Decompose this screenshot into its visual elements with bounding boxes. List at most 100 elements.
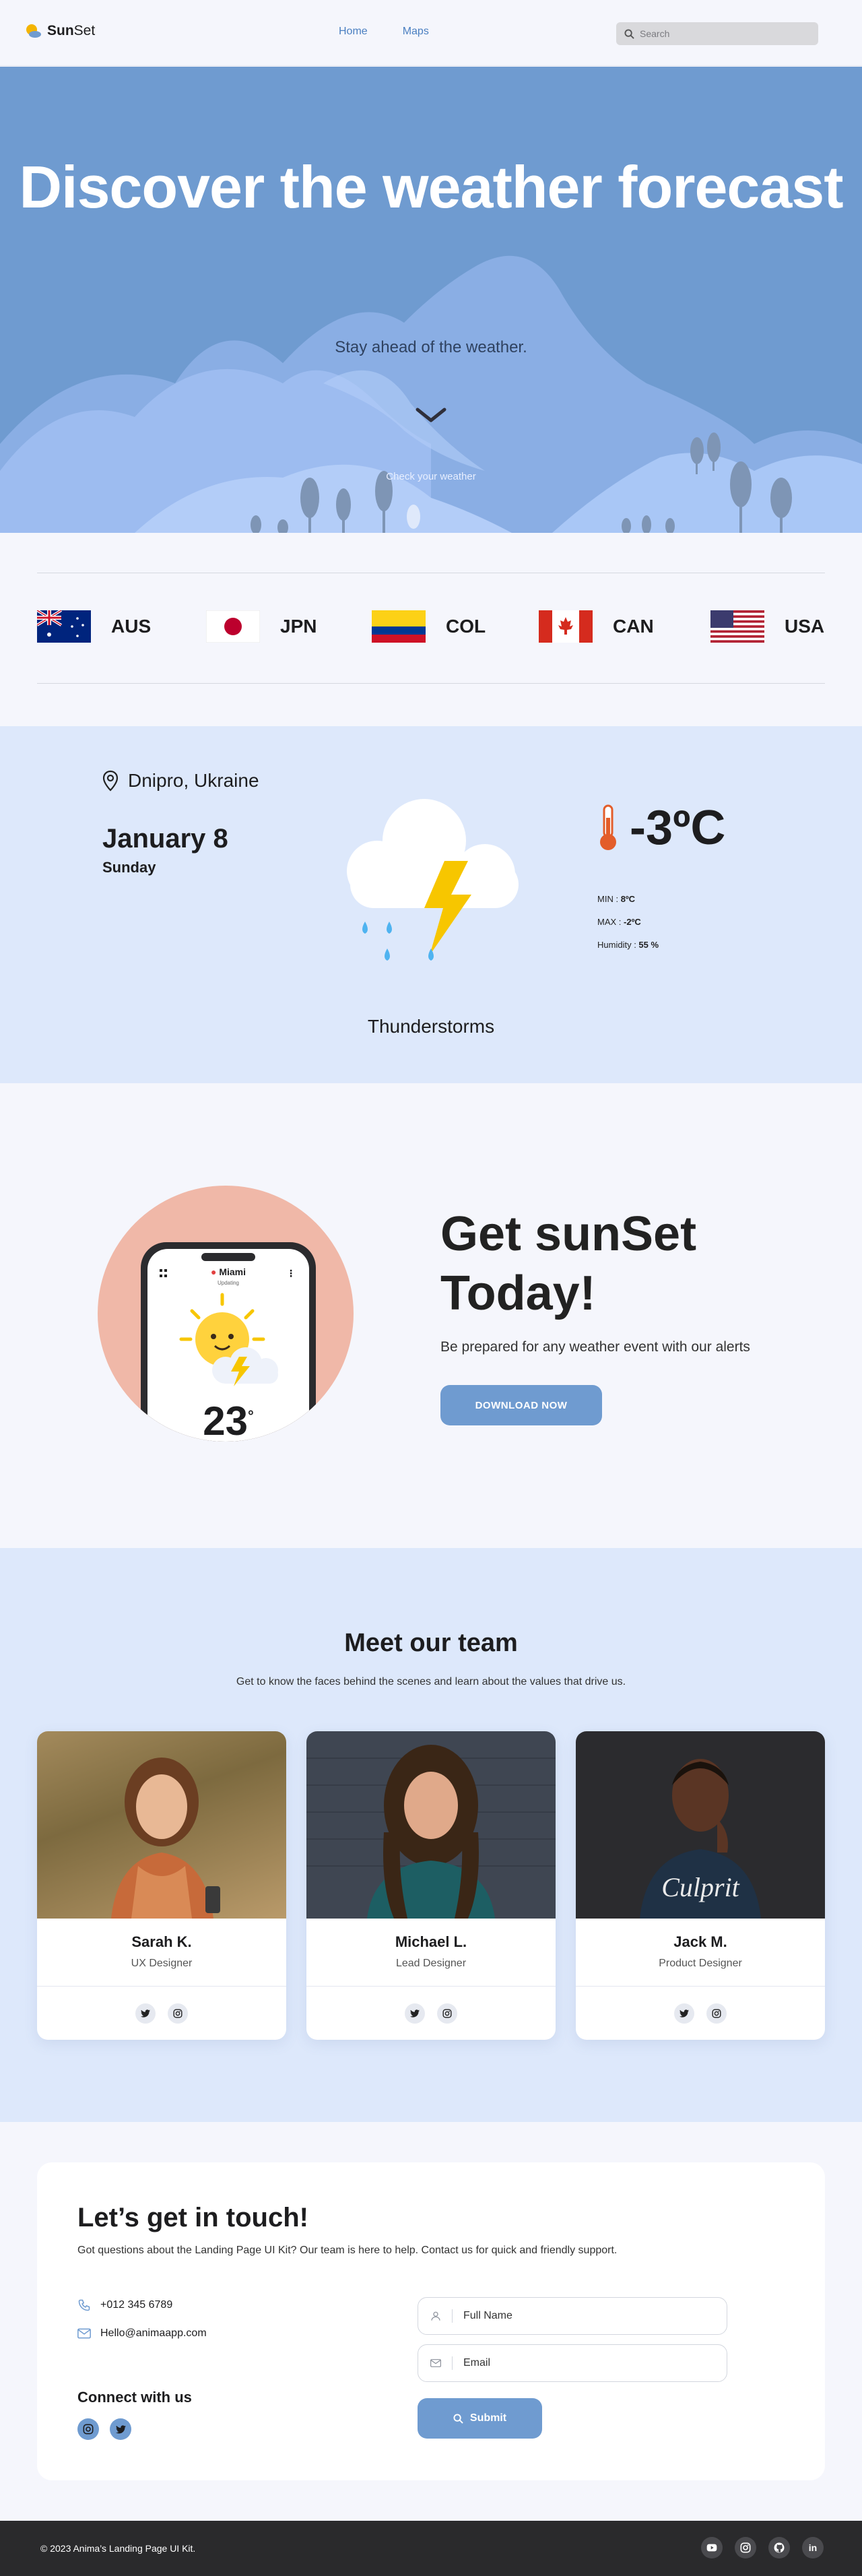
contact-phone-text: +012 345 6789	[100, 2299, 173, 2311]
humidity-label: Humidity	[597, 940, 632, 950]
logo[interactable]: SunSet	[24, 22, 95, 40]
temperature: -3ºC	[596, 800, 725, 856]
instagram-icon[interactable]	[706, 2003, 727, 2024]
instagram-icon[interactable]	[168, 2003, 188, 2024]
team-name: Sarah K.	[131, 1933, 192, 1950]
person-portrait	[306, 1745, 556, 1919]
country-strip: AUS JPN COL CAN USA	[37, 573, 825, 684]
team-role: UX Designer	[131, 1958, 193, 1969]
check-weather-label: Check your weather	[386, 471, 476, 482]
thunderstorm-icon	[347, 799, 519, 961]
instagram-icon[interactable]	[437, 2003, 457, 2024]
submit-label: Submit	[469, 2412, 507, 2424]
country-code-jpn: JPN	[280, 616, 317, 637]
weather-section: Dnipro, Ukraine January 8 Sunday Thunder…	[0, 726, 862, 1083]
nav-link-maps[interactable]: Maps	[403, 26, 429, 38]
canada-flag-icon	[539, 610, 593, 643]
promo-subtitle: Be prepared for any weather event with o…	[440, 1339, 750, 1355]
email-field[interactable]: Email	[418, 2344, 727, 2382]
team-card-sarah: Sarah K. UX Designer	[37, 1731, 286, 2040]
weather-stats: MIN : 8ºC MAX : -2ºC Humidity : 55 %	[597, 894, 659, 950]
contact-title: Let’s get in touch!	[77, 2203, 308, 2232]
team-role: Product Designer	[659, 1958, 742, 1969]
instagram-icon[interactable]	[735, 2537, 756, 2558]
download-button[interactable]: DOWNLOAD NOW	[440, 1385, 602, 1425]
team-photo-michael	[306, 1731, 556, 1919]
github-icon[interactable]	[768, 2537, 790, 2558]
country-item-can[interactable]: CAN	[539, 610, 654, 643]
more-icon: ⋮	[286, 1268, 296, 1279]
team-role: Lead Designer	[395, 1958, 467, 1969]
sun-cloud-logo-icon	[26, 24, 41, 38]
min-value: 8ºC	[620, 894, 636, 904]
temperature-value: -3ºC	[630, 801, 726, 855]
twitter-icon[interactable]	[110, 2418, 131, 2440]
user-icon	[431, 2311, 440, 2321]
usa-flag-icon	[710, 610, 764, 643]
search-placeholder: Search	[640, 28, 670, 39]
contact-email[interactable]: Hello@animaapp.com	[77, 2327, 207, 2340]
chevron-down-icon[interactable]	[415, 407, 447, 424]
full-name-field[interactable]: Full Name	[418, 2297, 727, 2335]
contact-social	[77, 2418, 131, 2440]
team-card-michael: Michael L. Lead Designer	[306, 1731, 556, 2040]
phone-mockup: ● Miami Updating ⋮ 23°	[98, 1186, 354, 1442]
weather-date: January 8	[102, 824, 228, 854]
phone-temp-value: 23	[203, 1398, 248, 1442]
team-social	[37, 1986, 286, 2040]
person-portrait: Culprit	[640, 1759, 761, 1919]
max-value: -2ºC	[624, 917, 641, 927]
contact-phone[interactable]: +012 345 6789	[77, 2298, 172, 2312]
country-code-usa: USA	[785, 616, 825, 637]
nav-link-home[interactable]: Home	[339, 26, 368, 38]
submit-button[interactable]: Submit	[418, 2398, 542, 2439]
country-item-usa[interactable]: USA	[710, 610, 824, 643]
country-item-jpn[interactable]: JPN	[206, 610, 317, 643]
search-icon	[624, 28, 634, 39]
mail-icon	[77, 2328, 91, 2339]
phone-status: Updating	[217, 1280, 240, 1286]
location-pin-icon	[102, 770, 119, 792]
min-label: MIN	[597, 894, 614, 904]
promo-title: Get sunSet Today!	[440, 1207, 697, 1320]
phone-city: Miami	[219, 1266, 246, 1277]
hero-section: Discover the weather forecast Stay ahead…	[0, 67, 862, 533]
location-text: Dnipro, Ukraine	[128, 770, 259, 791]
team-card-jack: Culprit Jack M. Product Designer	[576, 1731, 825, 2040]
footer: © 2023 Anima’s Landing Page UI Kit. in	[0, 2521, 862, 2576]
person-portrait	[111, 1758, 220, 1919]
twitter-icon[interactable]	[674, 2003, 694, 2024]
instagram-icon[interactable]	[77, 2418, 99, 2440]
twitter-icon[interactable]	[135, 2003, 156, 2024]
logo-bold-text: Sun	[47, 23, 74, 38]
email-placeholder: Email	[463, 2357, 491, 2369]
copyright: © 2023 Anima’s Landing Page UI Kit.	[40, 2543, 196, 2554]
mountains-illustration	[0, 255, 862, 533]
team-title: Meet our team	[344, 1629, 518, 1657]
location: Dnipro, Ukraine	[102, 770, 259, 792]
team-social	[576, 1986, 825, 2040]
connect-label: Connect with us	[77, 2389, 192, 2406]
country-item-col[interactable]: COL	[372, 610, 486, 643]
linkedin-icon[interactable]: in	[802, 2537, 824, 2558]
nav-links: Home Maps	[339, 26, 429, 38]
country-item-aus[interactable]: AUS	[37, 610, 151, 643]
youtube-icon[interactable]	[701, 2537, 723, 2558]
humidity-value: 55 %	[638, 940, 659, 950]
search-input[interactable]: Search	[616, 22, 818, 45]
country-code-aus: AUS	[111, 616, 152, 637]
contact-subtitle: Got questions about the Landing Page UI …	[77, 2245, 618, 2256]
japan-flag-icon	[206, 610, 260, 643]
team-name: Jack M.	[673, 1933, 727, 1950]
team-social	[306, 1986, 556, 2040]
app-promo-section: ● Miami Updating ⋮ 23° Get sunSet Today!…	[0, 1083, 862, 1548]
team-photo-sarah	[37, 1731, 286, 1919]
weather-day: Sunday	[102, 859, 156, 876]
full-name-placeholder: Full Name	[463, 2310, 512, 2321]
twitter-icon[interactable]	[405, 2003, 425, 2024]
hero-subtitle: Stay ahead of the weather.	[335, 338, 527, 356]
svg-text:Culprit: Culprit	[661, 1872, 739, 1902]
colombia-flag-icon	[372, 610, 426, 643]
logo-rest-text: Set	[73, 23, 96, 38]
team-section: Meet our team Get to know the faces behi…	[0, 1548, 862, 2122]
